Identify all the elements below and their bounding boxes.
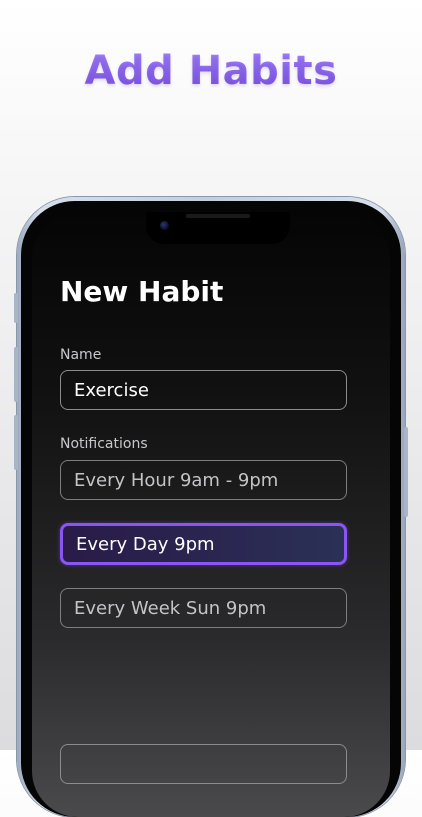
phone-power-button (404, 427, 408, 517)
notification-option-label: Every Week Sun 9pm (74, 597, 267, 619)
page-title: New Habit (60, 275, 224, 308)
phone-side-button (14, 293, 18, 323)
notification-option-label: Every Hour 9am - 9pm (74, 469, 279, 491)
phone-screen: New Habit Name Exercise Notifications Ev… (32, 212, 390, 817)
phone-mockup: New Habit Name Exercise Notifications Ev… (14, 197, 408, 817)
name-value: Exercise (74, 379, 149, 401)
earpiece-speaker (186, 214, 250, 218)
phone-bezel: New Habit Name Exercise Notifications Ev… (21, 201, 401, 817)
bottom-button[interactable] (60, 744, 347, 784)
phone-notch (146, 212, 290, 244)
name-label: Name (60, 347, 102, 363)
notification-option-hourly[interactable]: Every Hour 9am - 9pm (60, 460, 347, 500)
phone-volume-up-button (14, 347, 18, 402)
promo-headline: Add Habits (0, 48, 422, 94)
notification-option-daily[interactable]: Every Day 9pm (60, 523, 347, 565)
notification-option-weekly[interactable]: Every Week Sun 9pm (60, 588, 347, 628)
phone-volume-down-button (14, 415, 18, 470)
front-camera-icon (160, 221, 169, 230)
notifications-label: Notifications (60, 436, 148, 452)
name-field[interactable]: Exercise (60, 370, 347, 410)
notification-option-label: Every Day 9pm (76, 533, 215, 555)
